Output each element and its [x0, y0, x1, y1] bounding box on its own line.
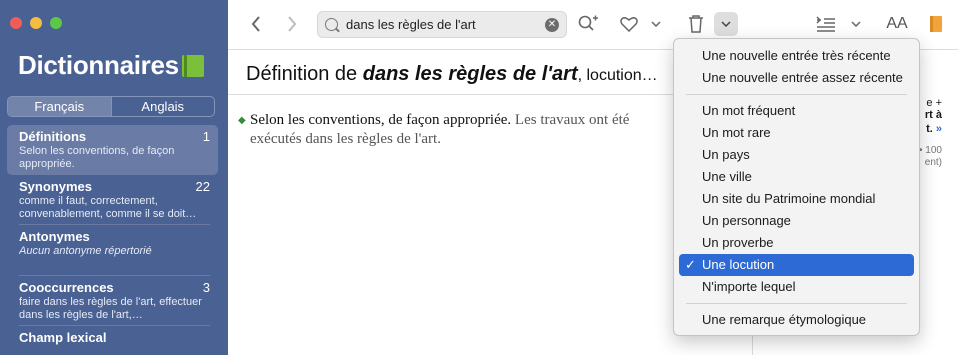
- menu-item-checked[interactable]: ✓ Une locution: [679, 254, 914, 276]
- chevron-down-icon: [651, 21, 661, 27]
- heart-icon: [620, 17, 638, 32]
- title-term: dans les règles de l'art: [362, 63, 578, 85]
- sidebar-item-cooccurrences[interactable]: Cooccurrences 3 faire dans les règles de…: [7, 275, 218, 326]
- side-panel-text: t.: [926, 123, 933, 135]
- menu-item[interactable]: Une remarque étymologique: [679, 309, 914, 331]
- title-prefix: Définition de: [246, 63, 363, 85]
- side-panel-meta: ent): [924, 157, 942, 168]
- definition-text: Selon les conventions, de façon appropri…: [250, 112, 512, 128]
- sidebar-item-title: Cooccurrences: [19, 280, 114, 295]
- sidebar-item-desc: comme il faut, correctement, convenablem…: [19, 195, 197, 220]
- back-icon: [251, 16, 260, 32]
- side-panel-text: rt à: [924, 109, 942, 121]
- search-field[interactable]: dans les règles de l'art ✕: [317, 11, 567, 38]
- divider: [228, 94, 678, 95]
- language-segmented-control: Français Anglais: [7, 96, 215, 117]
- bookmark-icon: [930, 16, 942, 32]
- menu-separator: [686, 303, 907, 304]
- text-size-icon: AA: [886, 15, 908, 32]
- tab-francais[interactable]: Français: [8, 97, 111, 116]
- sidebar-item-title: Antonymes: [19, 229, 90, 244]
- history-clear-button[interactable]: [684, 12, 708, 36]
- tab-anglais[interactable]: Anglais: [110, 97, 215, 116]
- menu-item[interactable]: Un site du Patrimoine mondial: [679, 188, 914, 210]
- sidebar-item-desc: Selon les conventions, de façon appropri…: [19, 145, 175, 170]
- sidebar-item-count: 22: [195, 179, 210, 194]
- sidebar-item-title: Définitions: [19, 129, 87, 144]
- close-window-button[interactable]: [10, 17, 22, 29]
- forward-button[interactable]: [280, 12, 304, 36]
- title-category: , locution…: [577, 67, 658, 84]
- sidebar-item-definitions[interactable]: Définitions 1 Selon les conventions, de …: [7, 125, 218, 175]
- sidebar-item-count: 1: [202, 129, 210, 144]
- clear-icon[interactable]: ✕: [545, 18, 559, 32]
- filter-menu-button[interactable]: [714, 12, 738, 36]
- zoom-add-icon: [578, 15, 598, 31]
- sidebar-item-count: 3: [202, 280, 210, 295]
- side-panel-text-row: t. »: [926, 123, 942, 135]
- menu-item[interactable]: Un mot fréquent: [679, 100, 914, 122]
- window-controls: [10, 17, 62, 29]
- bullet-icon: ◆: [238, 115, 246, 126]
- menu-item[interactable]: Une ville: [679, 166, 914, 188]
- side-panel-meta: • 100: [919, 145, 942, 156]
- sidebar-item-champ-lexical[interactable]: Champ lexical: [7, 325, 218, 350]
- sidebar-item-desc: faire dans les règles de l'art, effectue…: [19, 296, 202, 321]
- menu-item-label: Une locution: [702, 257, 775, 272]
- list-button[interactable]: [814, 12, 838, 36]
- menu-item[interactable]: Une nouvelle entrée très récente: [679, 45, 914, 67]
- sidebar-item-title: Champ lexical: [19, 330, 107, 345]
- app-title: Dictionnaires: [18, 50, 204, 81]
- back-button[interactable]: [244, 12, 268, 36]
- menu-separator: [686, 94, 907, 95]
- sidebar: Dictionnaires Français Anglais Définitio…: [0, 0, 228, 355]
- filter-dropdown-menu: Une nouvelle entrée très récente Une nou…: [673, 38, 920, 336]
- menu-item[interactable]: N'importe lequel: [679, 276, 914, 298]
- menu-item[interactable]: Un personnage: [679, 210, 914, 232]
- search-input[interactable]: dans les règles de l'art: [346, 17, 476, 32]
- trash-icon: [689, 15, 703, 33]
- definition-entry: ◆ Selon les conventions, de façon approp…: [238, 111, 670, 149]
- menu-item[interactable]: Une nouvelle entrée assez récente: [679, 67, 914, 89]
- app-title-text: Dictionnaires: [18, 50, 179, 80]
- checkmark-icon: ✓: [685, 257, 696, 272]
- bookmark-button[interactable]: [924, 12, 948, 36]
- list-menu-button[interactable]: [848, 12, 864, 36]
- sidebar-item-synonymes[interactable]: Synonymes 22 comme il faut, correctement…: [7, 174, 218, 225]
- forward-icon: [288, 16, 297, 32]
- list-icon: [816, 16, 835, 32]
- sidebar-item-desc: Aucun antonyme répertorié: [19, 245, 152, 257]
- add-to-search-button[interactable]: [576, 12, 600, 36]
- favorite-button[interactable]: [617, 12, 641, 36]
- page-title: Définition de dans les règles de l'art, …: [246, 63, 658, 86]
- sidebar-item-title: Synonymes: [19, 179, 92, 194]
- text-size-button[interactable]: AA: [882, 12, 912, 36]
- sidebar-list: Définitions 1 Selon les conventions, de …: [7, 125, 218, 350]
- minimize-window-button[interactable]: [30, 17, 42, 29]
- more-link[interactable]: »: [936, 123, 942, 135]
- chevron-down-icon: [851, 21, 861, 27]
- menu-item[interactable]: Un pays: [679, 144, 914, 166]
- favorite-menu-button[interactable]: [648, 12, 664, 36]
- zoom-window-button[interactable]: [50, 17, 62, 29]
- search-icon: [325, 18, 338, 31]
- menu-item[interactable]: Un proverbe: [679, 232, 914, 254]
- menu-item[interactable]: Un mot rare: [679, 122, 914, 144]
- chevron-down-icon: [721, 21, 731, 27]
- book-icon: [181, 54, 204, 77]
- sidebar-item-antonymes[interactable]: Antonymes Aucun antonyme répertorié: [7, 224, 218, 276]
- side-panel-text: e +: [926, 97, 942, 109]
